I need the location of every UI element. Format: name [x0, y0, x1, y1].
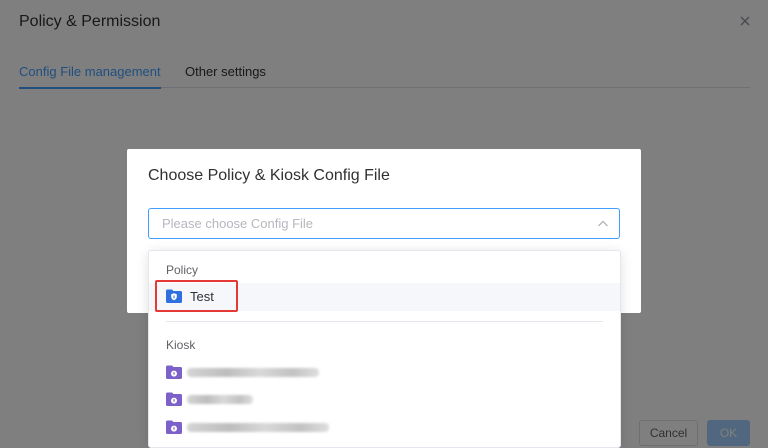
chevron-up-icon[interactable]	[597, 219, 609, 229]
group-label-kiosk: Kiosk	[166, 338, 196, 352]
option-kiosk-1[interactable]	[149, 359, 620, 387]
option-kiosk-2[interactable]	[149, 386, 620, 414]
config-file-select[interactable]: Please choose Config File	[148, 208, 620, 239]
group-label-policy: Policy	[166, 263, 199, 277]
highlight-annotation	[155, 280, 238, 312]
option-label-obscured	[187, 423, 329, 432]
group-divider	[166, 321, 603, 322]
lock-folder-icon	[166, 392, 182, 406]
dialog-title: Choose Policy & Kiosk Config File	[148, 167, 390, 184]
option-kiosk-3[interactable]	[149, 414, 620, 442]
option-label-obscured	[187, 368, 319, 377]
option-label-obscured	[187, 395, 253, 404]
lock-folder-icon	[166, 365, 182, 379]
select-placeholder: Please choose Config File	[162, 216, 314, 231]
lock-folder-icon	[166, 420, 182, 434]
config-file-dropdown: Policy Test Kiosk	[148, 250, 621, 448]
